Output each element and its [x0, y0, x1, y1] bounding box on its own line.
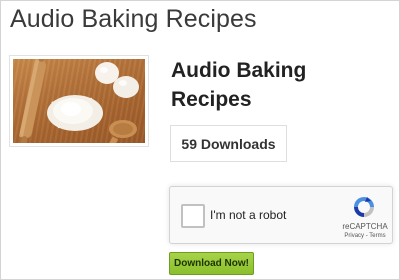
- recaptcha-logo-icon: [354, 197, 374, 217]
- product-title-line: Recipes: [171, 88, 252, 111]
- download-count-badge: 59 Downloads: [170, 125, 287, 162]
- product-title: Audio Baking Recipes: [171, 56, 351, 114]
- recaptcha-brand: reCAPTCHA: [342, 222, 388, 231]
- recaptcha-terms-link[interactable]: Privacy - Terms: [342, 233, 388, 239]
- recaptcha-label: I'm not a robot: [210, 208, 287, 222]
- page-title: Audio Baking Recipes: [10, 5, 257, 33]
- recaptcha-widget: I'm not a robot reCAPTCHA Privacy - Term…: [169, 186, 393, 244]
- recaptcha-checkbox[interactable]: [181, 204, 205, 228]
- widget-frame: Audio Baking Recipes Audio Baking Recipe…: [0, 0, 400, 280]
- product-image-frame: [9, 55, 149, 147]
- download-now-button[interactable]: Download Now!: [169, 252, 254, 275]
- baking-photo-icon: [13, 59, 145, 143]
- product-title-line: Audio Baking: [171, 59, 307, 82]
